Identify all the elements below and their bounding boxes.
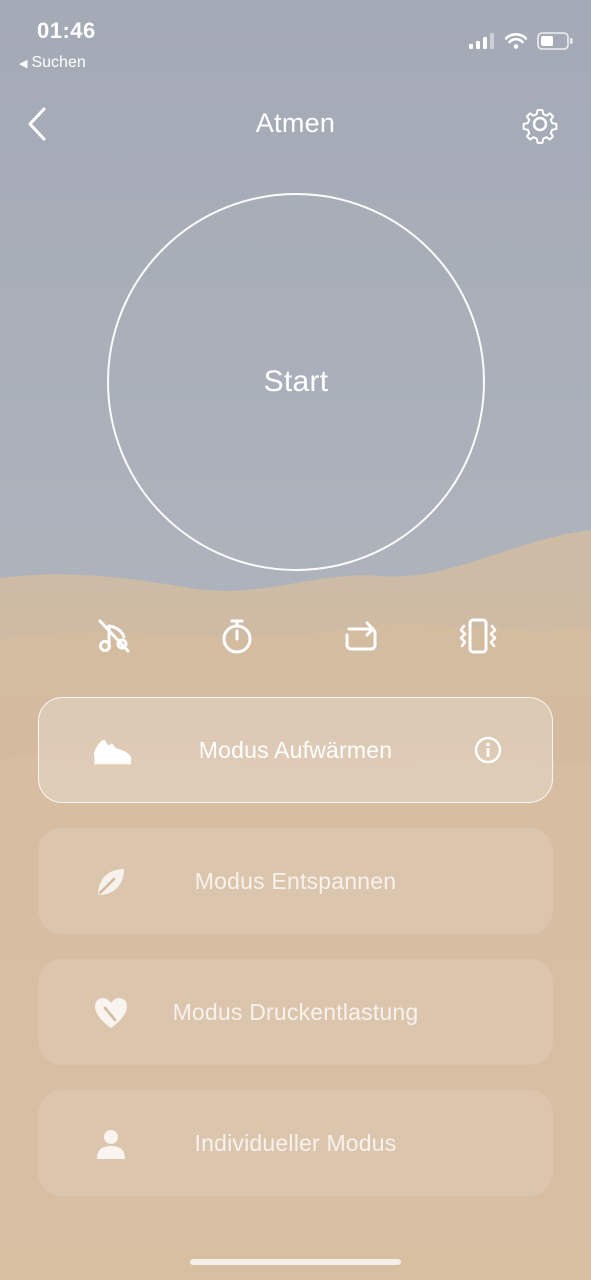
desert-background (0, 0, 591, 1280)
music-off-icon (98, 619, 130, 653)
sneaker-icon (91, 731, 133, 773)
back-triangle-icon: ◀ (19, 57, 28, 70)
info-icon[interactable] (474, 736, 502, 764)
status-time: 01:46 (37, 18, 96, 43)
mode-pressure-relief[interactable]: Modus Druckentlastung (38, 959, 553, 1065)
leaf-icon (90, 861, 132, 903)
person-icon (90, 1123, 132, 1165)
start-label: Start (263, 365, 329, 398)
wifi-icon (505, 33, 527, 49)
mode-individual[interactable]: Individueller Modus (38, 1090, 553, 1196)
mode-warm-up[interactable]: Modus Aufwärmen (38, 697, 553, 803)
settings-button[interactable] (518, 102, 562, 146)
page-title: Atmen (255, 108, 336, 138)
signal-icon (469, 33, 494, 49)
home-indicator[interactable] (190, 1259, 401, 1265)
heart-pulse-icon (90, 992, 132, 1034)
timer-button[interactable] (213, 612, 261, 660)
battery-icon (537, 32, 573, 50)
mode-relax[interactable]: Modus Entspannen (38, 828, 553, 934)
repeat-button[interactable] (337, 612, 385, 660)
music-toggle-button[interactable] (90, 612, 138, 660)
repeat-icon (345, 621, 377, 651)
status-back-label: Suchen (31, 54, 86, 71)
vibrate-icon (459, 618, 497, 654)
gear-icon (522, 109, 558, 144)
status-icons (469, 32, 573, 50)
timer-icon (222, 619, 252, 654)
vibrate-button[interactable] (454, 612, 502, 660)
start-button[interactable]: Start (107, 193, 485, 571)
status-back-to-app[interactable]: ◀ Suchen (19, 54, 86, 72)
